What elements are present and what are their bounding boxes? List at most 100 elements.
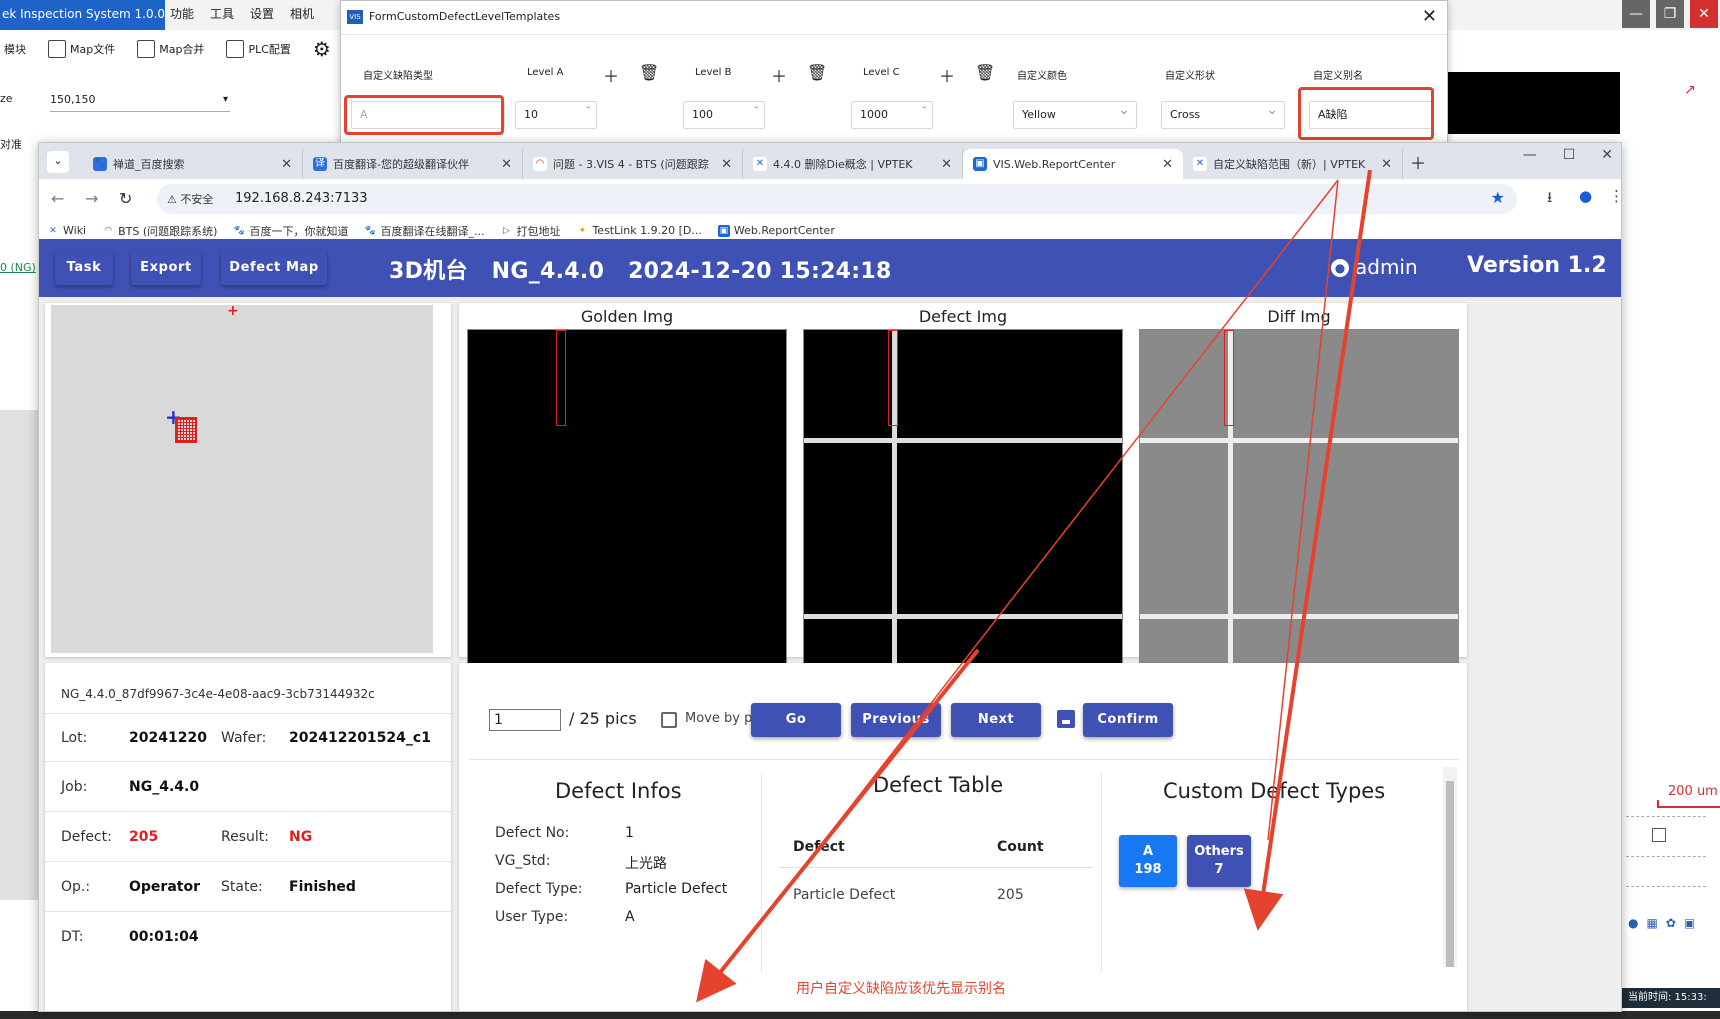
job-label: Job: xyxy=(61,779,88,795)
close-tab-icon[interactable]: ✕ xyxy=(721,157,732,172)
profile-icon[interactable]: ● xyxy=(1579,187,1592,205)
browser-tab[interactable]: 译 百度翻译-您的超级翻译伙伴 ✕ xyxy=(303,149,523,179)
close-icon[interactable]: ✕ xyxy=(1422,6,1437,27)
browser-window: ⌄ 🐾 禅道_百度搜索 ✕ 译 百度翻译-您的超级翻译伙伴 ✕ ◠ 问题 - 3… xyxy=(38,142,1622,1012)
custom-type-button-a[interactable]: A 198 xyxy=(1119,835,1177,887)
delete-level-b-icon[interactable]: 🗑 xyxy=(807,63,827,82)
wafer-map[interactable]: + + xyxy=(51,303,433,653)
back-icon[interactable]: ← xyxy=(51,189,64,208)
save-icon[interactable] xyxy=(1057,710,1075,728)
right-divider xyxy=(1626,886,1706,887)
mic-icon[interactable]: ● xyxy=(1628,916,1638,930)
toolbar-plc-button[interactable]: PLC配置 xyxy=(222,40,294,58)
previous-button[interactable]: Previous xyxy=(851,703,941,737)
defect-count-value: 205 xyxy=(129,829,159,845)
bookmark-item[interactable]: ✦ TestLink 1.9.20 [D... xyxy=(576,224,702,237)
close-tab-icon[interactable]: ✕ xyxy=(1162,157,1173,172)
menu-item-camera[interactable]: 相机 xyxy=(290,0,314,30)
browser-tab[interactable]: ✕ 4.4.0 删除Die概念 | VPTEK ✕ xyxy=(743,149,963,179)
tab-label: VIS.Web.ReportCenter xyxy=(993,157,1116,171)
level-a-input[interactable]: 10 xyxy=(515,98,597,129)
toolbar-gear-button[interactable]: ⚙ xyxy=(309,37,335,61)
page-number-input[interactable]: 1 xyxy=(489,709,561,731)
confirm-button[interactable]: Confirm xyxy=(1083,703,1173,737)
user-menu[interactable]: ● admin xyxy=(1331,255,1418,279)
download-icon[interactable]: ⭳ xyxy=(1547,187,1552,212)
browser-tab[interactable]: ◠ 问题 - 3.VIS 4 - BTS (问题跟踪 ✕ xyxy=(523,149,743,179)
delete-level-a-icon[interactable]: 🗑 xyxy=(639,63,659,82)
close-icon[interactable]: ✕ xyxy=(1690,0,1718,28)
bookmark-star-icon[interactable]: ★ xyxy=(1491,188,1505,207)
apps-icon[interactable]: ▣ xyxy=(1684,916,1695,930)
defect-image[interactable] xyxy=(803,329,1123,675)
defect-map-button[interactable]: Defect Map xyxy=(221,251,327,285)
add-level-b-icon[interactable]: ＋ xyxy=(771,63,787,87)
size-select[interactable]: 150,150 xyxy=(50,90,230,112)
defect-die[interactable] xyxy=(175,417,197,443)
forward-icon[interactable]: → xyxy=(85,189,98,208)
diff-image[interactable] xyxy=(1139,329,1459,675)
toolbar-mapfile-label: Map文件 xyxy=(70,43,116,56)
export-button[interactable]: Export xyxy=(131,251,201,285)
minimize-icon[interactable]: — xyxy=(1622,0,1650,28)
minimize-icon[interactable]: — xyxy=(1523,147,1537,163)
menu-item-function[interactable]: 功能 xyxy=(170,0,194,30)
level-c-input[interactable]: 1000 xyxy=(851,98,933,129)
bookmark-item[interactable]: 🐾 百度一下，你就知道 xyxy=(233,223,349,239)
tab-search-icon[interactable]: ⌄ xyxy=(47,151,69,173)
right-divider xyxy=(1626,816,1706,817)
right-checkbox[interactable] xyxy=(1652,828,1666,842)
info-row: Lot: 20241220 Wafer: 202412201524_c1 xyxy=(45,713,451,762)
toolbar-mapfile-button[interactable]: Map文件 xyxy=(44,40,119,58)
custom-shape-select[interactable]: Cross xyxy=(1161,97,1285,129)
url-field[interactable]: ⚠ 不安全 192.168.8.243:7133 ★ xyxy=(157,184,1517,214)
security-warning[interactable]: ⚠ 不安全 xyxy=(167,191,213,207)
task-button[interactable]: Task xyxy=(55,251,113,285)
keyboard-icon[interactable]: ▦ xyxy=(1646,916,1657,930)
custom-type-button-others[interactable]: Others 7 xyxy=(1187,835,1251,887)
scrollbar-thumb[interactable] xyxy=(1446,781,1454,967)
confluence-icon: ✕ xyxy=(753,157,767,171)
next-button[interactable]: Next xyxy=(951,703,1041,737)
baidu-icon: 🐾 xyxy=(233,225,246,236)
custom-color-select[interactable]: Yellow xyxy=(1013,97,1137,129)
bookmark-item[interactable]: 🐾 百度翻译在线翻译_... xyxy=(364,223,485,239)
close-icon[interactable]: ✕ xyxy=(1601,147,1613,163)
close-tab-icon[interactable]: ✕ xyxy=(941,157,952,172)
close-tab-icon[interactable]: ✕ xyxy=(501,157,512,172)
browser-tab[interactable]: 🐾 禅道_百度搜索 ✕ xyxy=(83,149,303,179)
toolbar-module-button[interactable]: 模块 xyxy=(0,41,30,57)
custom-type-count: 7 xyxy=(1214,862,1224,877)
add-level-c-icon[interactable]: ＋ xyxy=(939,63,955,87)
restore-icon[interactable]: ❐ xyxy=(1656,0,1684,28)
bookmark-item[interactable]: ▣ Web.ReportCenter xyxy=(717,224,835,237)
menu-icon[interactable]: ⋮ xyxy=(1609,187,1621,205)
level-b-input[interactable]: 100 xyxy=(683,98,765,129)
lot-label: Lot: xyxy=(61,730,88,746)
new-tab-icon[interactable]: ＋ xyxy=(1403,149,1433,179)
move-by-pic-checkbox[interactable] xyxy=(661,712,677,728)
current-time-label: 当前时间: 15:33: xyxy=(1622,988,1720,1008)
settings-icon[interactable]: ✿ xyxy=(1666,916,1676,930)
url-text[interactable]: 192.168.8.243:7133 xyxy=(235,191,368,206)
bookmark-item[interactable]: ✕ Wiki xyxy=(47,224,86,237)
browser-tab-active[interactable]: ▣ VIS.Web.ReportCenter ✕ xyxy=(963,149,1183,179)
ng-count-label[interactable]: 0 (NG) xyxy=(0,261,36,274)
maximize-icon[interactable]: ☐ xyxy=(1563,147,1576,163)
browser-tab[interactable]: ✕ 自定义缺陷范围（新）| VPTEK ✕ xyxy=(1183,149,1403,179)
delete-level-c-icon[interactable]: 🗑 xyxy=(975,63,995,82)
add-level-a-icon[interactable]: ＋ xyxy=(603,63,619,87)
scrollbar[interactable] xyxy=(1443,767,1457,967)
reload-icon[interactable]: ↻ xyxy=(119,189,132,208)
bookmark-item[interactable]: ▷ 打包地址 xyxy=(500,223,560,239)
menu-item-tools[interactable]: 工具 xyxy=(210,0,234,30)
info-row: Job: NG_4.4.0 xyxy=(45,763,451,812)
menu-item-settings[interactable]: 设置 xyxy=(250,0,274,30)
close-tab-icon[interactable]: ✕ xyxy=(1381,157,1392,172)
close-tab-icon[interactable]: ✕ xyxy=(281,157,292,172)
go-button[interactable]: Go xyxy=(751,703,841,737)
golden-image[interactable] xyxy=(467,329,787,675)
toolbar-mapmerge-button[interactable]: Map合并 xyxy=(133,40,208,58)
bookmark-item[interactable]: ◠ BTS (问题跟踪系统) xyxy=(102,223,217,239)
toolbar-mapmerge-label: Map合并 xyxy=(159,43,205,56)
